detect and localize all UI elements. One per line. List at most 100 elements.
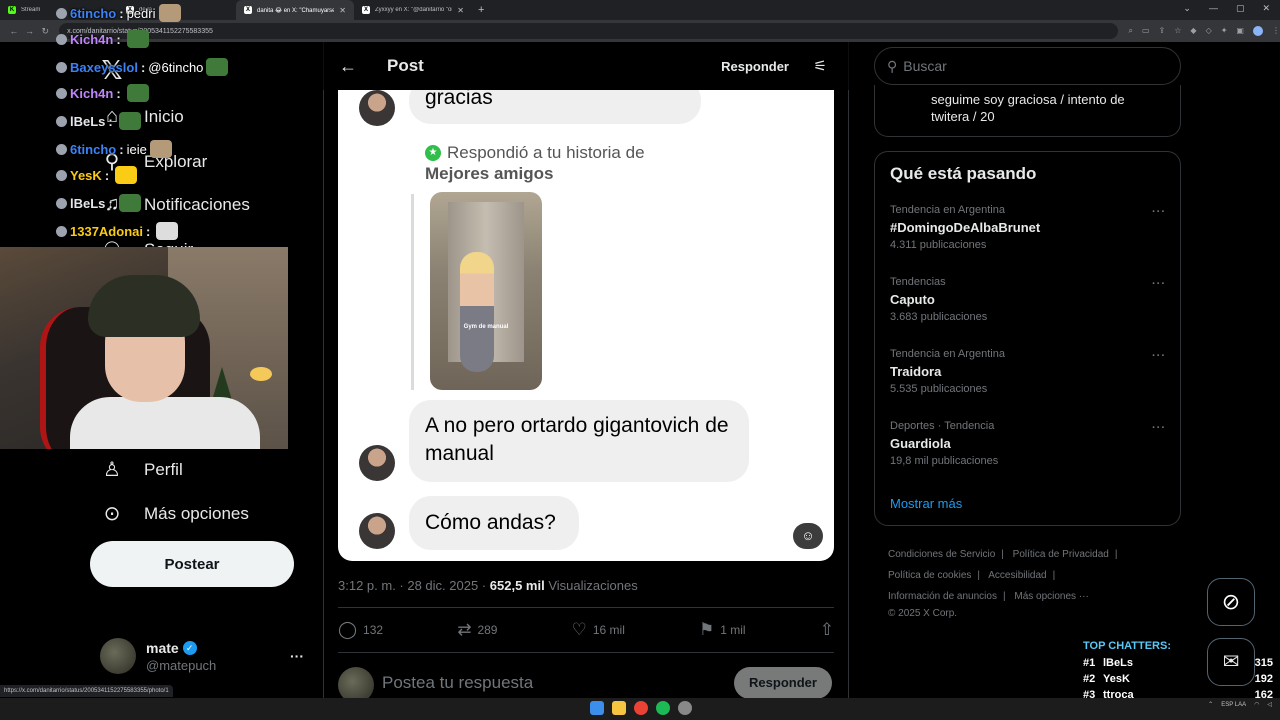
account-handle: @matepuch <box>146 657 217 673</box>
extension-icon[interactable]: ◇ <box>1206 26 1212 36</box>
search-input[interactable]: ⚲ Buscar <box>874 47 1181 85</box>
sticker-icon[interactable]: ☺ <box>793 523 823 549</box>
reply-action[interactable]: ◯ 132 <box>338 620 383 640</box>
account-switcher[interactable]: mate ✓ @matepuch <box>100 638 216 674</box>
app-icon[interactable] <box>678 701 692 715</box>
reply-input[interactable]: Postea tu respuesta <box>382 673 533 693</box>
chat-separator: : <box>108 113 113 129</box>
person-figure <box>460 252 494 372</box>
browser-tab[interactable]: X Zyxxyy en X: "@danitarrio "orn ✕ <box>354 0 472 20</box>
post-button[interactable]: Postear <box>90 541 294 587</box>
browser-tab-active[interactable]: X danita 😂 en X: "Chamuyarse p ✕ <box>236 0 354 20</box>
repost-action[interactable]: ⇄ 289 <box>457 620 497 640</box>
minimize-icon[interactable]: — <box>1209 3 1218 14</box>
chat-username: Baxeysslol <box>70 59 138 75</box>
story-thumbnail: Gym de manual <box>430 192 542 390</box>
new-tab-icon[interactable]: + <box>478 4 484 16</box>
bookmark-action[interactable]: ⚑ 1 mil <box>699 620 746 640</box>
trend-context: Tendencia en Argentina <box>890 204 1005 216</box>
chrome-icon[interactable] <box>634 701 648 715</box>
tab-title: Zyxxyy en X: "@danitarrio "orn <box>375 7 453 13</box>
trend-item[interactable]: Tendencia en Argentina Traidora 5.535 pu… <box>890 348 1170 395</box>
chat-separator: : <box>108 195 113 211</box>
volume-icon[interactable]: ◁ <box>1267 701 1272 708</box>
back-arrow-icon[interactable]: ← <box>339 56 359 77</box>
footer-link[interactable]: Política de cookies <box>888 570 971 581</box>
trend-item[interactable]: Tendencia en Argentina #DomingoDeAlbaBru… <box>890 204 1170 251</box>
footer-link[interactable]: Política de Privacidad <box>1013 549 1109 560</box>
story-caption: Gym de manual <box>463 324 509 330</box>
post-image[interactable]: gracias ★ Respondió a tu historia de Mej… <box>338 90 834 561</box>
language-indicator[interactable]: ESP LAA <box>1221 702 1246 708</box>
share-icon[interactable]: ⇪ <box>1159 26 1166 36</box>
settings-sliders-icon[interactable]: ⚟ <box>814 57 827 75</box>
chatter-points: 315 <box>1254 657 1273 669</box>
back-icon[interactable]: ← <box>6 26 22 36</box>
windows-start-icon[interactable] <box>590 701 604 715</box>
file-explorer-icon[interactable] <box>612 701 626 715</box>
reload-icon[interactable]: ↻ <box>37 26 53 37</box>
more-icon[interactable]: ··· <box>1152 278 1166 290</box>
trend-item[interactable]: Tendencias Caputo 3.683 publicaciones ··… <box>890 276 1170 323</box>
maximize-icon[interactable]: ▢ <box>1236 3 1245 14</box>
x-icon: X <box>362 6 370 14</box>
message-bubble: gracias <box>409 90 701 124</box>
nav-label: Notificaciones <box>144 194 250 214</box>
like-action[interactable]: ♡ 16 mil <box>572 620 625 640</box>
copyright: © 2025 X Corp. <box>888 608 958 619</box>
chat-separator: : <box>140 59 146 75</box>
url-input[interactable]: x.com/danitarrio/status/2005341152275583… <box>59 23 1119 39</box>
footer-link[interactable]: Accesibilidad <box>988 570 1046 581</box>
wifi-icon[interactable]: ◠ <box>1254 701 1259 708</box>
reply-header-button[interactable]: Responder <box>721 59 789 74</box>
chat-message: 6tincho: ieie <box>56 140 172 158</box>
search-icon: ⚲ <box>887 57 898 74</box>
trend-name: #DomingoDeAlbaBrunet <box>890 220 1041 235</box>
chat-separator: : <box>145 223 151 239</box>
cast-icon[interactable]: ▭ <box>1142 26 1150 36</box>
profile-avatar[interactable] <box>1252 26 1263 36</box>
chat-username: Kich4n <box>70 31 114 47</box>
more-icon[interactable]: ··· <box>1152 350 1166 362</box>
system-tray: ⌃ ESP LAA ◠ ◁ <box>1208 701 1272 709</box>
close-icon[interactable]: ✕ <box>339 6 346 15</box>
close-window-icon[interactable]: ✕ <box>1262 3 1270 14</box>
menu-icon[interactable]: ⋮ <box>1272 26 1280 36</box>
close-icon[interactable]: ✕ <box>457 6 464 15</box>
show-more-link[interactable]: Mostrar más <box>890 496 962 511</box>
share-action[interactable]: ⇧ <box>820 620 834 640</box>
top-chatter-row: #1 lBeLs 315 <box>1083 655 1273 671</box>
chatter-rank: #1 <box>1083 657 1096 669</box>
repost-count: 289 <box>477 623 498 637</box>
account-name-row: mate ✓ <box>146 640 216 656</box>
more-icon[interactable]: ··· <box>1152 422 1166 434</box>
bookmark-icon: ⚑ <box>698 620 715 639</box>
extension-icon[interactable]: ◆ <box>1190 26 1196 36</box>
footer-link[interactable]: Información de anuncios <box>888 591 997 602</box>
trend-item[interactable]: Deportes · Tendencia Guardiola 19,8 mil … <box>890 420 1170 467</box>
grok-icon[interactable]: ⊘ <box>1207 578 1255 626</box>
more-icon[interactable]: ··· <box>290 648 304 664</box>
chat-badge-icon <box>56 87 67 99</box>
chevron-down-icon[interactable]: ⌄ <box>1183 3 1191 14</box>
footer-link[interactable]: Condiciones de Servicio <box>888 549 995 560</box>
puzzle-icon[interactable]: ✦ <box>1221 26 1228 36</box>
chatter-points: 192 <box>1254 673 1273 685</box>
more-icon[interactable]: ··· <box>1152 206 1166 218</box>
trend-context: Tendencia en Argentina <box>890 348 1005 360</box>
chat-message: lBeLs: <box>56 112 141 130</box>
footer-link[interactable]: Más opciones ··· <box>1014 591 1088 602</box>
forward-icon[interactable]: → <box>22 26 38 36</box>
tray-chevron-icon[interactable]: ⌃ <box>1208 701 1213 708</box>
chat-text: @6tincho <box>148 59 204 75</box>
message-text: Cómo andas? <box>425 511 556 534</box>
nav-profile[interactable]: ♙ Perfil <box>100 457 183 482</box>
spotify-icon[interactable] <box>656 701 670 715</box>
address-bar-row: ← → ↻ x.com/danitarrio/status/2005341152… <box>0 20 1280 42</box>
tab-search-icon[interactable]: ▣ <box>1236 26 1244 36</box>
nav-more[interactable]: ⊙ Más opciones <box>100 501 249 526</box>
chat-separator: : <box>119 141 124 157</box>
zoom-icon[interactable]: ⌕ <box>1128 26 1132 36</box>
bookmark-star-icon[interactable]: ☆ <box>1174 26 1181 36</box>
reply-button[interactable]: Responder <box>734 667 832 699</box>
